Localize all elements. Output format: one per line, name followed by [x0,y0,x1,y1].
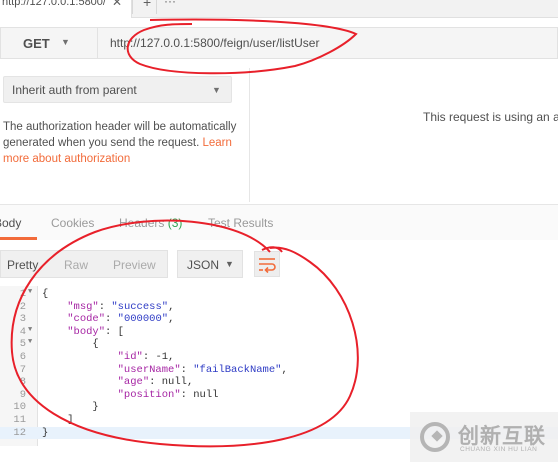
request-tab-strip: http://127.0.0.1:5800/ ✕ + ··· [0,0,558,18]
wrap-lines-icon [259,258,276,274]
code-text: } [42,401,99,414]
line-number: 6 [19,351,26,363]
tab-divider [156,0,157,14]
auth-info-text: This request is using an au [423,110,558,124]
request-tab[interactable]: http://127.0.0.1:5800/ ✕ [0,0,132,18]
line-number: 10 [13,401,26,414]
tab-divider [132,0,133,14]
code-text: { [42,338,99,351]
code-line: 2 "msg": "success", [0,301,558,314]
tab-headers[interactable]: Headers (3) [119,216,182,230]
code-text: "age": null, [117,376,194,389]
headers-count-badge: (3) [167,216,183,230]
code-text: "position": null [117,388,219,401]
tab-headers-label: Headers [119,216,165,230]
watermark-subtext: CHUANG XIN HU LIAN [460,446,538,453]
auth-type-label: Inherit auth from parent [12,83,137,97]
preview-button[interactable]: Preview [113,258,156,272]
code-line: 1 ▼ { [0,288,558,301]
tab-test-results[interactable]: Test Results [208,216,273,230]
code-text: "id": -1, [117,351,175,363]
close-icon[interactable]: ✕ [112,0,122,9]
line-number: 12 [13,426,26,439]
code-text: "code": "000000", [67,313,175,326]
tab-body[interactable]: Body [0,216,21,230]
code-line: 8 "age": null, [0,376,558,389]
line-number: 8 [19,376,26,389]
code-line: 7 "userName": "failBackName", [0,364,558,377]
code-line: 6 "id": -1, [0,351,558,364]
url-text: http://127.0.0.1:5800/feign/user/listUse… [110,36,320,50]
new-tab-button[interactable]: + [143,0,151,10]
code-line: 3 "code": "000000", [0,313,558,326]
raw-button[interactable]: Raw [64,258,88,272]
auth-description: The authorization header will be automat… [3,119,243,167]
wrap-lines-button[interactable] [254,251,280,277]
method-select[interactable]: GET ▼ [0,27,98,59]
code-line: 5 ▼ { [0,338,558,351]
line-number: 5 [19,338,26,351]
fold-toggle-icon[interactable]: ▼ [28,288,32,296]
active-tab-indicator [0,237,37,240]
tab-cookies[interactable]: Cookies [51,216,94,230]
line-number: 7 [19,363,26,376]
code-line: 9 "position": null [0,389,558,402]
code-line: 4 ▼ "body": [ [0,326,558,339]
line-number: 3 [19,313,26,326]
auth-type-select[interactable]: Inherit auth from parent ▼ [3,76,232,103]
request-tab-title: http://127.0.0.1:5800/ [2,0,106,8]
watermark: 创新互联 CHUANG XIN HU LIAN [410,412,558,462]
code-text: ] [42,414,74,426]
code-text: { [42,288,49,300]
format-select[interactable]: JSON ▼ [177,250,243,278]
url-input[interactable]: http://127.0.0.1:5800/feign/user/listUse… [98,27,558,59]
format-label: JSON [187,258,220,272]
chevron-down-icon: ▼ [225,259,234,269]
chevron-down-icon: ▼ [212,85,221,95]
line-number: 9 [19,388,26,401]
code-text: "body": [ [67,325,124,338]
more-tabs-button[interactable]: ··· [164,0,176,8]
view-mode-group: Pretty Raw Preview [0,250,168,278]
pretty-button[interactable]: Pretty [7,258,38,272]
method-label: GET [23,36,50,51]
fold-toggle-icon[interactable]: ▼ [28,338,32,346]
watermark-logo-icon [420,422,450,452]
code-text: "userName": "failBackName", [117,363,288,376]
code-text: } [42,426,49,439]
line-number: 2 [19,300,26,313]
code-text: "msg": "success", [67,300,175,313]
line-number: 1 [19,288,26,300]
fold-toggle-icon[interactable]: ▼ [28,326,32,334]
line-number: 4 [19,325,26,338]
chevron-down-icon: ▼ [61,37,70,47]
line-number: 11 [13,414,26,426]
